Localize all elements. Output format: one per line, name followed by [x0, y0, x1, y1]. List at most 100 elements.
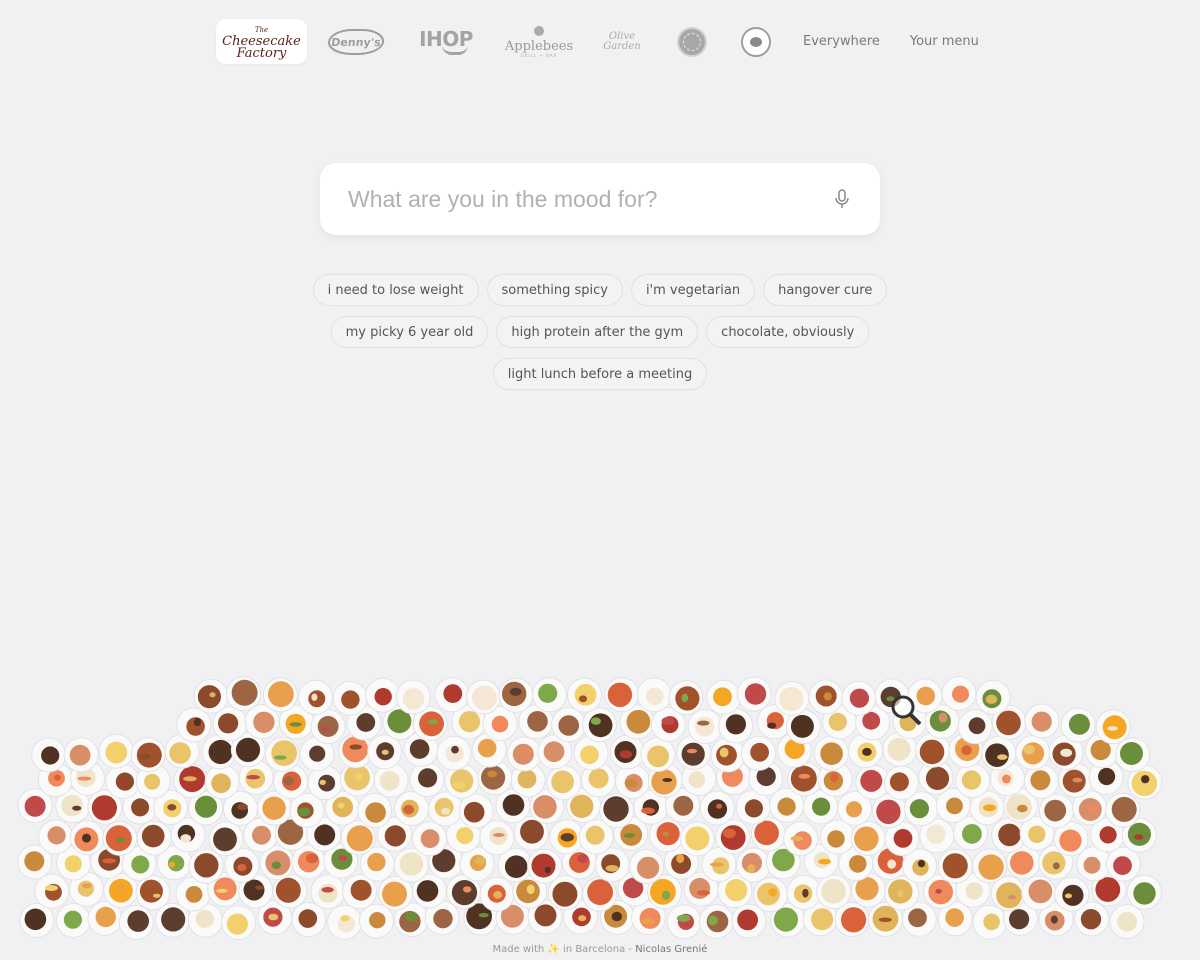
dish-thumbnail[interactable]: [582, 876, 617, 912]
dish-thumbnail[interactable]: [841, 680, 877, 716]
nav-your-menu[interactable]: Your menu: [910, 34, 979, 49]
dish-thumbnail[interactable]: [221, 905, 256, 941]
dish-thumbnail[interactable]: [458, 793, 494, 829]
dish-thumbnail[interactable]: [774, 681, 810, 716]
dish-thumbnail[interactable]: [1024, 703, 1060, 739]
dish-thumbnail[interactable]: [975, 679, 1011, 715]
dish-thumbnail[interactable]: [31, 737, 67, 773]
dish-thumbnail[interactable]: [105, 764, 141, 799]
suggestion-chip[interactable]: i need to lose weight: [312, 274, 479, 306]
dish-thumbnail[interactable]: [465, 679, 501, 715]
suggestion-chip[interactable]: i'm vegetarian: [630, 274, 756, 306]
dish-thumbnail[interactable]: [1095, 709, 1131, 745]
dish-thumbnail[interactable]: [1015, 735, 1051, 771]
food-mosaic[interactable]: [0, 655, 1200, 945]
dish-thumbnail[interactable]: [436, 735, 472, 771]
dish-thumbnail[interactable]: [262, 677, 298, 713]
dish-thumbnail[interactable]: [434, 677, 470, 713]
dish-thumbnail[interactable]: [357, 793, 393, 828]
dish-thumbnail[interactable]: [629, 849, 665, 884]
dish-thumbnail[interactable]: [98, 733, 134, 769]
dish-thumbnail[interactable]: [808, 679, 844, 715]
dish-thumbnail[interactable]: [55, 903, 91, 938]
dish-thumbnail[interactable]: [63, 737, 99, 773]
dish-thumbnail[interactable]: [506, 736, 542, 772]
dish-thumbnail[interactable]: [599, 793, 635, 829]
dish-thumbnail[interactable]: [699, 790, 735, 826]
brand-olive-garden[interactable]: Olive Garden: [600, 19, 644, 64]
dish-thumbnail[interactable]: [395, 679, 431, 715]
dish-thumbnail[interactable]: [957, 709, 993, 745]
nav-everywhere[interactable]: Everywhere: [803, 34, 880, 49]
dish-thumbnail[interactable]: [786, 874, 822, 910]
dish-thumbnail[interactable]: [1109, 904, 1145, 939]
dish-thumbnail[interactable]: [1126, 874, 1162, 910]
dish-thumbnail[interactable]: [527, 848, 563, 884]
dish-thumbnail[interactable]: [118, 905, 154, 941]
dish-thumbnail[interactable]: [816, 874, 852, 910]
suggestion-chip[interactable]: chocolate, obviously: [706, 316, 870, 348]
dish-thumbnail[interactable]: [972, 848, 1007, 884]
suggestion-chip[interactable]: my picky 6 year old: [330, 316, 489, 348]
dish-thumbnail[interactable]: [582, 707, 617, 743]
dish-thumbnail[interactable]: [1105, 792, 1141, 828]
dish-thumbnail[interactable]: [679, 821, 715, 857]
dish-thumbnail[interactable]: [193, 678, 229, 714]
dish-thumbnail[interactable]: [1038, 793, 1074, 829]
dish-thumbnail[interactable]: [332, 680, 368, 716]
brand-chipotle[interactable]: [676, 19, 708, 64]
dish-thumbnail[interactable]: [741, 735, 776, 771]
dish-thumbnail[interactable]: [1060, 707, 1096, 743]
dish-thumbnail[interactable]: [981, 735, 1017, 771]
dish-thumbnail[interactable]: [567, 677, 602, 713]
dish-thumbnail[interactable]: [850, 821, 886, 856]
dish-thumbnail[interactable]: [208, 821, 244, 857]
dish-thumbnail[interactable]: [38, 819, 74, 855]
dish-thumbnail[interactable]: [783, 821, 819, 857]
brand-panda-express[interactable]: [740, 19, 772, 64]
suggestion-chip[interactable]: hangover cure: [763, 274, 888, 306]
dish-thumbnail[interactable]: [736, 676, 772, 712]
suggestion-chip[interactable]: something spicy: [486, 274, 623, 306]
dish-thumbnail[interactable]: [955, 763, 991, 799]
dish-thumbnail[interactable]: [358, 903, 394, 939]
dish-thumbnail[interactable]: [941, 676, 977, 711]
dish-thumbnail[interactable]: [412, 821, 448, 857]
dish-thumbnail[interactable]: [409, 762, 445, 798]
brand-applebees[interactable]: Applebees GRILL + BAR: [505, 19, 573, 64]
dish-thumbnail[interactable]: [532, 677, 567, 713]
dish-thumbnail[interactable]: [813, 735, 849, 771]
dish-thumbnail[interactable]: [327, 904, 363, 940]
dish-thumbnail[interactable]: [102, 820, 138, 856]
dish-thumbnail[interactable]: [498, 677, 534, 713]
dish-thumbnail[interactable]: [1054, 876, 1090, 912]
dish-thumbnail[interactable]: [1115, 737, 1151, 773]
dish-thumbnail[interactable]: [176, 707, 212, 743]
search-input[interactable]: [348, 185, 832, 213]
suggestion-chip[interactable]: light lunch before a meeting: [492, 358, 708, 390]
dish-thumbnail[interactable]: [297, 679, 333, 715]
dish-thumbnail[interactable]: [310, 874, 346, 910]
dish-thumbnail[interactable]: [604, 677, 640, 713]
dish-thumbnail[interactable]: [365, 677, 401, 713]
dish-thumbnail[interactable]: [226, 676, 261, 712]
dish-thumbnail[interactable]: [687, 709, 723, 745]
dish-thumbnail[interactable]: [136, 820, 172, 856]
dish-thumbnail[interactable]: [710, 737, 746, 773]
dish-thumbnail[interactable]: [736, 847, 772, 883]
suggestion-chip[interactable]: high protein after the gym: [496, 316, 699, 348]
dish-thumbnail[interactable]: [1021, 875, 1057, 911]
footer-author-link[interactable]: Nicolas Grenié: [635, 944, 707, 955]
dish-thumbnail[interactable]: [706, 679, 742, 715]
dish-thumbnail[interactable]: [753, 877, 788, 913]
dish-thumbnail[interactable]: [173, 763, 209, 799]
dish-thumbnail[interactable]: [883, 765, 919, 801]
dish-thumbnail[interactable]: [479, 876, 515, 912]
dish-thumbnail[interactable]: [698, 904, 734, 939]
dish-thumbnail[interactable]: [367, 734, 403, 770]
dish-thumbnail[interactable]: [551, 707, 587, 743]
dish-thumbnail[interactable]: [972, 904, 1008, 940]
brand-ihop[interactable]: IHOP: [416, 19, 476, 64]
dish-thumbnail[interactable]: [130, 737, 166, 773]
dish-thumbnail[interactable]: [614, 764, 650, 800]
